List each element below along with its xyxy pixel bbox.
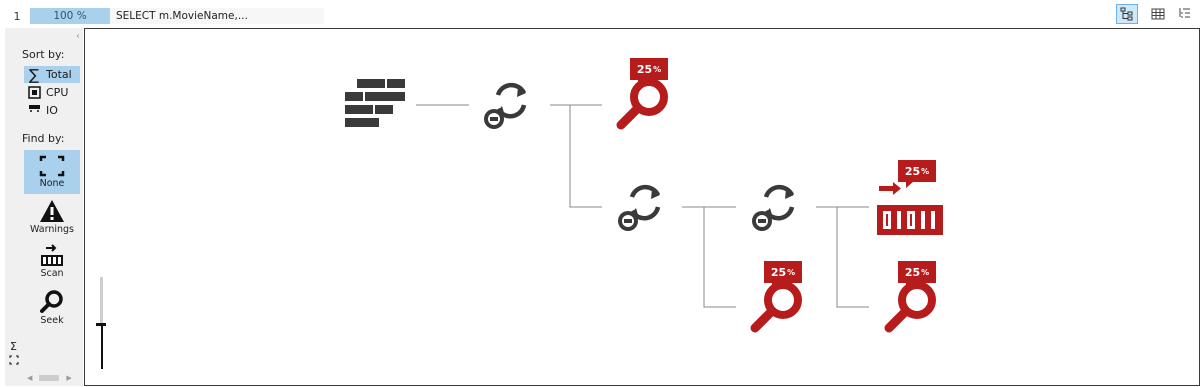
tree-list-icon [1179,8,1190,18]
scroll-left-icon[interactable]: ◀ [27,374,32,382]
cpu-icon [27,86,41,99]
plan-node-select[interactable] [343,77,407,136]
find-seek-label: Seek [40,315,64,326]
grid-view-button[interactable] [1147,4,1169,24]
find-seek[interactable]: Seek [24,289,80,331]
nested-loops-icon [618,184,661,231]
find-none-label: None [39,178,65,189]
sigma-icon: ∑ [28,65,40,84]
seek-icon [40,290,63,313]
statement-row[interactable]: 1 100 % SELECT m.MovieName,... [4,7,324,25]
sort-io[interactable]: IO [24,102,80,119]
statement-number: 1 [13,9,21,23]
plan-node-index-seek-1[interactable] [613,77,673,136]
plan-sidebar: ‹ Sort by: ∑ Total CPU IO Find by: None [5,28,83,386]
scan-icon [41,244,63,266]
scan-icon [877,182,943,235]
none-brackets-icon [39,155,65,177]
execution-plan-canvas[interactable]: 25% 25 % 25 % 25 % [84,28,1200,386]
sort-cpu[interactable]: CPU [24,84,80,101]
plan-node-index-seek-2[interactable] [747,280,807,339]
sort-io-label: IO [46,104,58,117]
sidebar-horizontal-scrollbar[interactable]: ◀ ▶ [27,373,79,383]
statement-cost: 100 % [30,8,110,24]
find-scan-label: Scan [40,268,64,279]
seek-icon [884,281,936,333]
find-by-label: Find by: [22,132,65,145]
collapse-sidebar-icon[interactable]: ‹ [76,31,80,42]
find-none[interactable]: None [24,150,80,194]
find-warnings-label: Warnings [29,224,74,235]
sort-total[interactable]: ∑ Total [24,66,80,83]
grid-icon [1151,8,1165,20]
sort-total-label: Total [46,68,72,81]
plan-node-index-scan[interactable] [877,181,943,238]
plan-tree-icon [1120,7,1133,21]
mini-sort-indicator: Σ [10,340,17,353]
plan-node-nested-loops-3[interactable] [746,179,804,238]
plan-node-nested-loops-2[interactable] [612,179,670,238]
warning-icon [40,200,64,222]
plan-node-index-seek-3[interactable] [881,280,941,339]
cost-badge-scan: 25% [898,160,936,188]
sort-by-label: Sort by: [22,48,65,61]
nested-loops-icon [484,82,527,129]
find-scan[interactable]: Scan [24,244,80,286]
scroll-thumb[interactable] [39,375,60,381]
seek-icon [750,281,802,333]
query-toolbar: 1 100 % SELECT m.MovieName,... [0,0,1202,28]
scroll-right-icon[interactable]: ▶ [66,374,71,382]
mini-none-brackets-icon [9,355,19,365]
statement-text[interactable]: SELECT m.MovieName,... [110,8,324,24]
seek-icon [616,78,668,130]
nested-loops-icon [752,184,795,231]
find-warnings[interactable]: Warnings [24,198,80,240]
plan-node-nested-loops-1[interactable] [478,77,536,136]
io-icon [27,104,41,117]
list-view-button[interactable] [1173,4,1195,24]
select-icon [345,79,405,127]
sort-cpu-label: CPU [46,86,69,99]
plan-tree-view-button[interactable] [1116,4,1138,24]
